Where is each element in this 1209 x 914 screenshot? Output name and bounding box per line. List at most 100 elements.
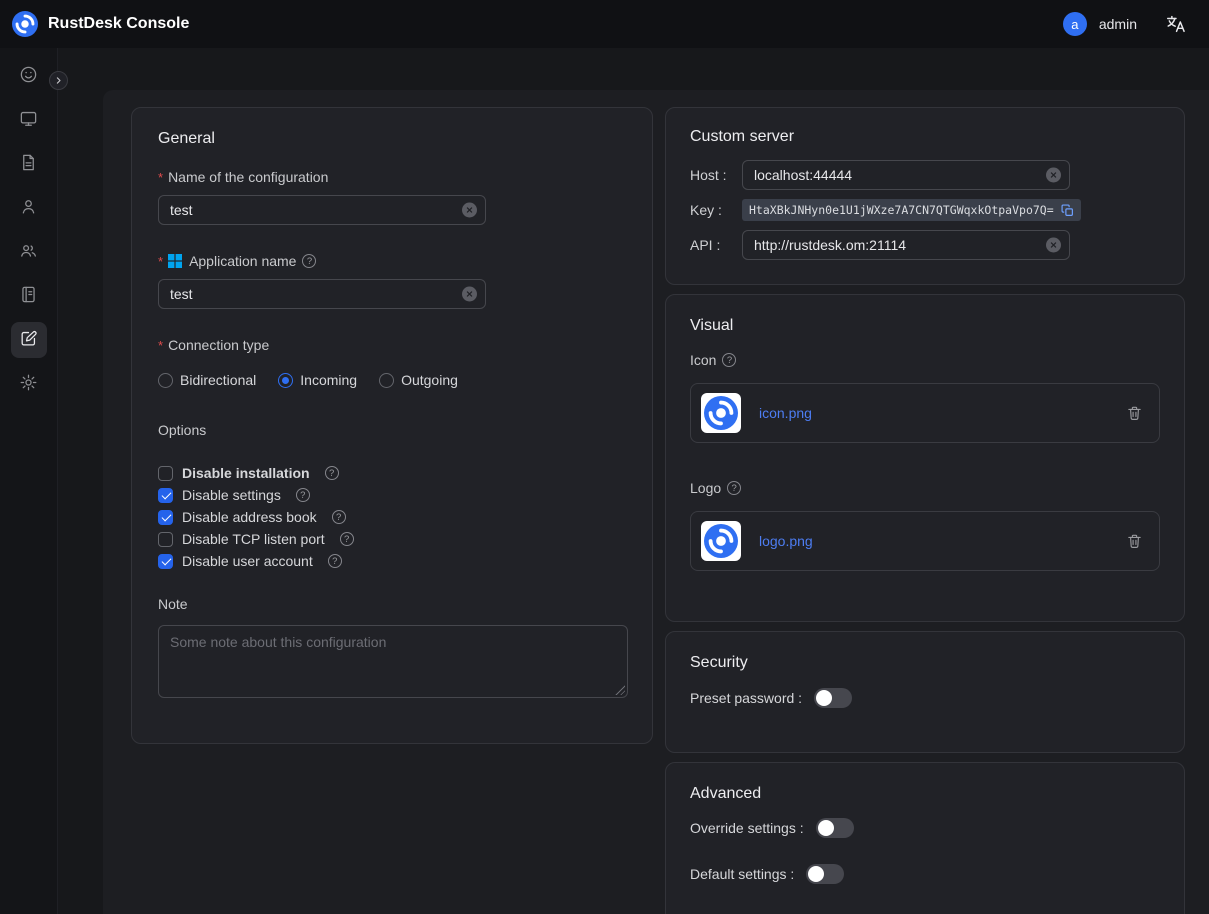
application-name-label: Application name bbox=[158, 252, 626, 270]
host-input[interactable] bbox=[742, 160, 1070, 190]
config-name-field bbox=[158, 195, 486, 225]
sidebar-item-users[interactable] bbox=[11, 190, 47, 226]
help-icon[interactable] bbox=[296, 488, 310, 502]
sidebar-item-documents[interactable] bbox=[11, 146, 47, 182]
note-field bbox=[158, 625, 628, 698]
sidebar-item-settings[interactable] bbox=[11, 366, 47, 402]
custom-server-title: Custom server bbox=[690, 128, 1160, 146]
general-card: General Name of the configuration Applic… bbox=[131, 107, 653, 744]
sidebar bbox=[0, 48, 58, 914]
application-name-text: Application name bbox=[189, 253, 296, 269]
api-input[interactable] bbox=[742, 230, 1070, 260]
main-panel: General Name of the configuration Applic… bbox=[103, 90, 1209, 914]
checkbox[interactable] bbox=[158, 466, 173, 481]
sidebar-expand-button[interactable] bbox=[49, 71, 68, 90]
api-field bbox=[742, 230, 1070, 260]
help-icon[interactable] bbox=[340, 532, 354, 546]
trash-icon[interactable] bbox=[1126, 532, 1143, 550]
sidebar-item-devices[interactable] bbox=[11, 102, 47, 138]
help-icon[interactable] bbox=[328, 554, 342, 568]
radio-incoming[interactable]: Incoming bbox=[278, 372, 357, 388]
icon-thumbnail bbox=[701, 393, 741, 433]
security-title: Security bbox=[690, 654, 1160, 672]
preset-password-toggle[interactable] bbox=[814, 688, 852, 708]
brand: RustDesk Console bbox=[12, 11, 189, 37]
help-icon[interactable] bbox=[325, 466, 339, 480]
server-key-value[interactable]: HtaXBkJNHyn0e1U1jWXze7A7CN7QTGWqxkOtpaVp… bbox=[742, 199, 1081, 221]
radio-dot bbox=[158, 373, 173, 388]
general-title: General bbox=[158, 130, 626, 148]
edit-square-icon bbox=[19, 329, 38, 351]
required-asterisk bbox=[158, 253, 168, 269]
api-row: API : bbox=[690, 230, 1160, 260]
help-icon[interactable] bbox=[302, 254, 316, 268]
option-disable-user-account[interactable]: Disable user account bbox=[158, 552, 626, 570]
trash-icon[interactable] bbox=[1126, 404, 1143, 422]
user-icon bbox=[19, 197, 38, 219]
checkbox[interactable] bbox=[158, 554, 173, 569]
copy-icon[interactable] bbox=[1061, 204, 1074, 217]
host-row: Host : bbox=[690, 160, 1160, 190]
preset-password-row: Preset password : bbox=[690, 688, 1160, 708]
checkbox[interactable] bbox=[158, 510, 173, 525]
key-label: Key : bbox=[690, 202, 742, 218]
custom-server-card: Custom server Host : Key : HtaXBkJNHyn0e… bbox=[665, 107, 1185, 285]
avatar[interactable]: a bbox=[1063, 12, 1087, 36]
clear-icon[interactable] bbox=[1046, 238, 1061, 253]
default-settings-label: Default settings : bbox=[690, 866, 794, 882]
topbar: RustDesk Console a admin bbox=[0, 0, 1209, 48]
logo-label: Logo bbox=[690, 479, 1160, 497]
config-name-input[interactable] bbox=[158, 195, 486, 225]
sidebar-item-groups[interactable] bbox=[11, 234, 47, 270]
help-icon[interactable] bbox=[722, 353, 736, 367]
sidebar-item-status[interactable] bbox=[11, 58, 47, 94]
radio-outgoing[interactable]: Outgoing bbox=[379, 372, 458, 388]
icon-label: Icon bbox=[690, 351, 1160, 369]
translate-icon[interactable] bbox=[1165, 13, 1187, 35]
note-label: Note bbox=[158, 596, 626, 614]
sidebar-item-address-book[interactable] bbox=[11, 278, 47, 314]
help-icon[interactable] bbox=[332, 510, 346, 524]
topbar-right: a admin bbox=[1063, 12, 1187, 36]
icon-file-row: icon.png bbox=[690, 383, 1160, 443]
override-settings-toggle[interactable] bbox=[816, 818, 854, 838]
logo-file-row: logo.png bbox=[690, 511, 1160, 571]
connection-type-label: Connection type bbox=[158, 336, 626, 354]
option-disable-settings[interactable]: Disable settings bbox=[158, 486, 626, 504]
checkbox[interactable] bbox=[158, 532, 173, 547]
options-label: Options bbox=[158, 422, 626, 440]
clear-icon[interactable] bbox=[462, 287, 477, 302]
visual-card: Visual Icon icon.png Logo bbox=[665, 294, 1185, 622]
host-field bbox=[742, 160, 1070, 190]
connection-type-radios: Bidirectional Incoming Outgoing bbox=[158, 371, 626, 389]
option-disable-address-book[interactable]: Disable address book bbox=[158, 508, 626, 526]
visual-title: Visual bbox=[690, 317, 1160, 335]
note-textarea[interactable] bbox=[158, 625, 628, 698]
preset-password-label: Preset password : bbox=[690, 690, 802, 706]
gear-icon bbox=[19, 373, 38, 395]
default-settings-toggle[interactable] bbox=[806, 864, 844, 884]
clear-icon[interactable] bbox=[462, 203, 477, 218]
option-disable-installation[interactable]: Disable installation bbox=[158, 464, 626, 482]
clear-icon[interactable] bbox=[1046, 168, 1061, 183]
sidebar-item-custom-client[interactable] bbox=[11, 322, 47, 358]
advanced-title: Advanced bbox=[690, 785, 1160, 803]
username[interactable]: admin bbox=[1099, 16, 1137, 32]
logo-file-link[interactable]: logo.png bbox=[759, 533, 1108, 549]
logo-thumbnail bbox=[701, 521, 741, 561]
chevron-right-icon bbox=[54, 73, 63, 88]
checkbox[interactable] bbox=[158, 488, 173, 503]
status-smile-icon bbox=[19, 65, 38, 87]
api-label: API : bbox=[690, 237, 742, 253]
application-name-input[interactable] bbox=[158, 279, 486, 309]
help-icon[interactable] bbox=[727, 481, 741, 495]
icon-file-link[interactable]: icon.png bbox=[759, 405, 1108, 421]
devices-monitor-icon bbox=[19, 109, 38, 131]
app-title: RustDesk Console bbox=[48, 15, 189, 33]
document-icon bbox=[19, 153, 38, 175]
radio-bidirectional[interactable]: Bidirectional bbox=[158, 372, 256, 388]
option-disable-tcp-listen-port[interactable]: Disable TCP listen port bbox=[158, 530, 626, 548]
radio-dot bbox=[278, 373, 293, 388]
override-settings-row: Override settings : bbox=[690, 818, 1160, 838]
key-row: Key : HtaXBkJNHyn0e1U1jWXze7A7CN7QTGWqxk… bbox=[690, 195, 1160, 225]
